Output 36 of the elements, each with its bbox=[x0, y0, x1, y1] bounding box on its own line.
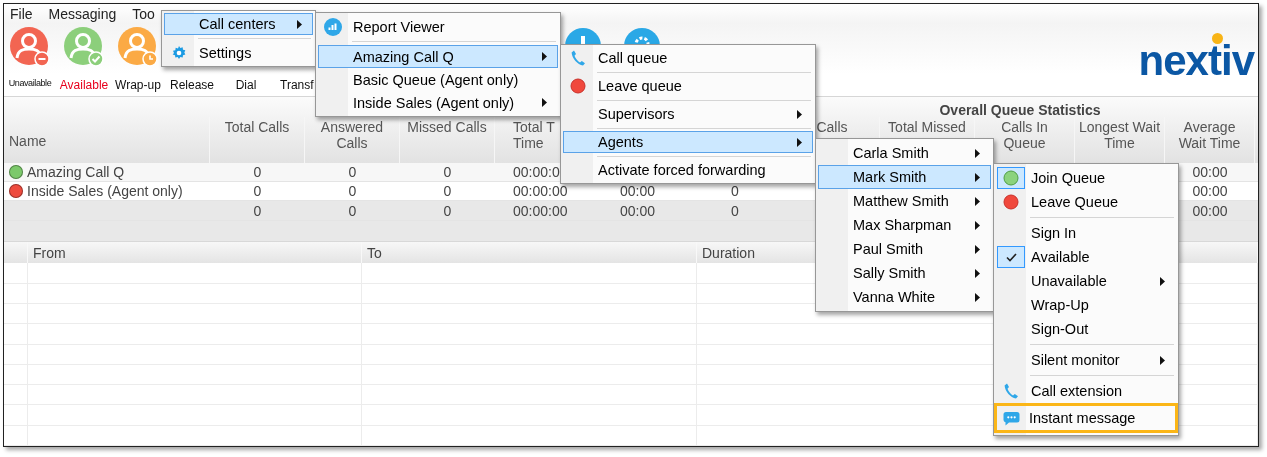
column-header: Calls In Queue bbox=[1001, 118, 1048, 151]
column-header: Duration bbox=[702, 244, 755, 261]
group-header: Overall Queue Statistics bbox=[939, 101, 1101, 118]
total-cell: 0 bbox=[348, 202, 357, 219]
table-cell: 0 bbox=[253, 163, 262, 180]
column-header: Total Calls bbox=[224, 118, 290, 135]
table-cell: 0 bbox=[443, 163, 452, 180]
table-cell: 00:00 bbox=[1192, 163, 1228, 180]
total-cell: 0 bbox=[443, 202, 452, 219]
column-header: Calls bbox=[816, 118, 848, 135]
table-cell: 0 bbox=[253, 183, 262, 200]
total-cell: 00:00:00 bbox=[513, 202, 568, 219]
column-header: Answered Calls bbox=[320, 118, 384, 151]
table-cell: 0 bbox=[348, 163, 357, 180]
table-cell: 0 bbox=[443, 183, 452, 200]
total-cell: 0 bbox=[731, 202, 739, 219]
total-cell: 00:00 bbox=[1192, 202, 1228, 219]
column-header: From bbox=[33, 244, 66, 261]
column-header: To bbox=[367, 244, 382, 261]
queue-name: Amazing Call Q bbox=[27, 163, 125, 180]
table-cell: 0 bbox=[731, 183, 739, 200]
table-cell: 00:00 bbox=[1192, 183, 1228, 200]
table-cell: 00:00:00 bbox=[513, 183, 568, 200]
column-header: Average Wait Time bbox=[1178, 118, 1241, 151]
column-header: Longest Wait Time bbox=[1078, 118, 1161, 151]
total-cell: 00:00 bbox=[619, 202, 655, 219]
total-cell: 0 bbox=[253, 202, 262, 219]
column-header: Missed Calls bbox=[407, 118, 487, 135]
table-cell: 00:00:0 bbox=[513, 163, 560, 180]
column-header: Total T Time bbox=[513, 118, 555, 151]
logo: nextiv bbox=[1138, 40, 1254, 83]
column-header: Name bbox=[9, 132, 47, 149]
table-cell: 00:00 bbox=[619, 183, 655, 200]
queue-name: Inside Sales (Agent only) bbox=[27, 183, 183, 200]
column-header: Total Missed bbox=[888, 118, 966, 135]
table-cell: 0 bbox=[348, 183, 357, 200]
